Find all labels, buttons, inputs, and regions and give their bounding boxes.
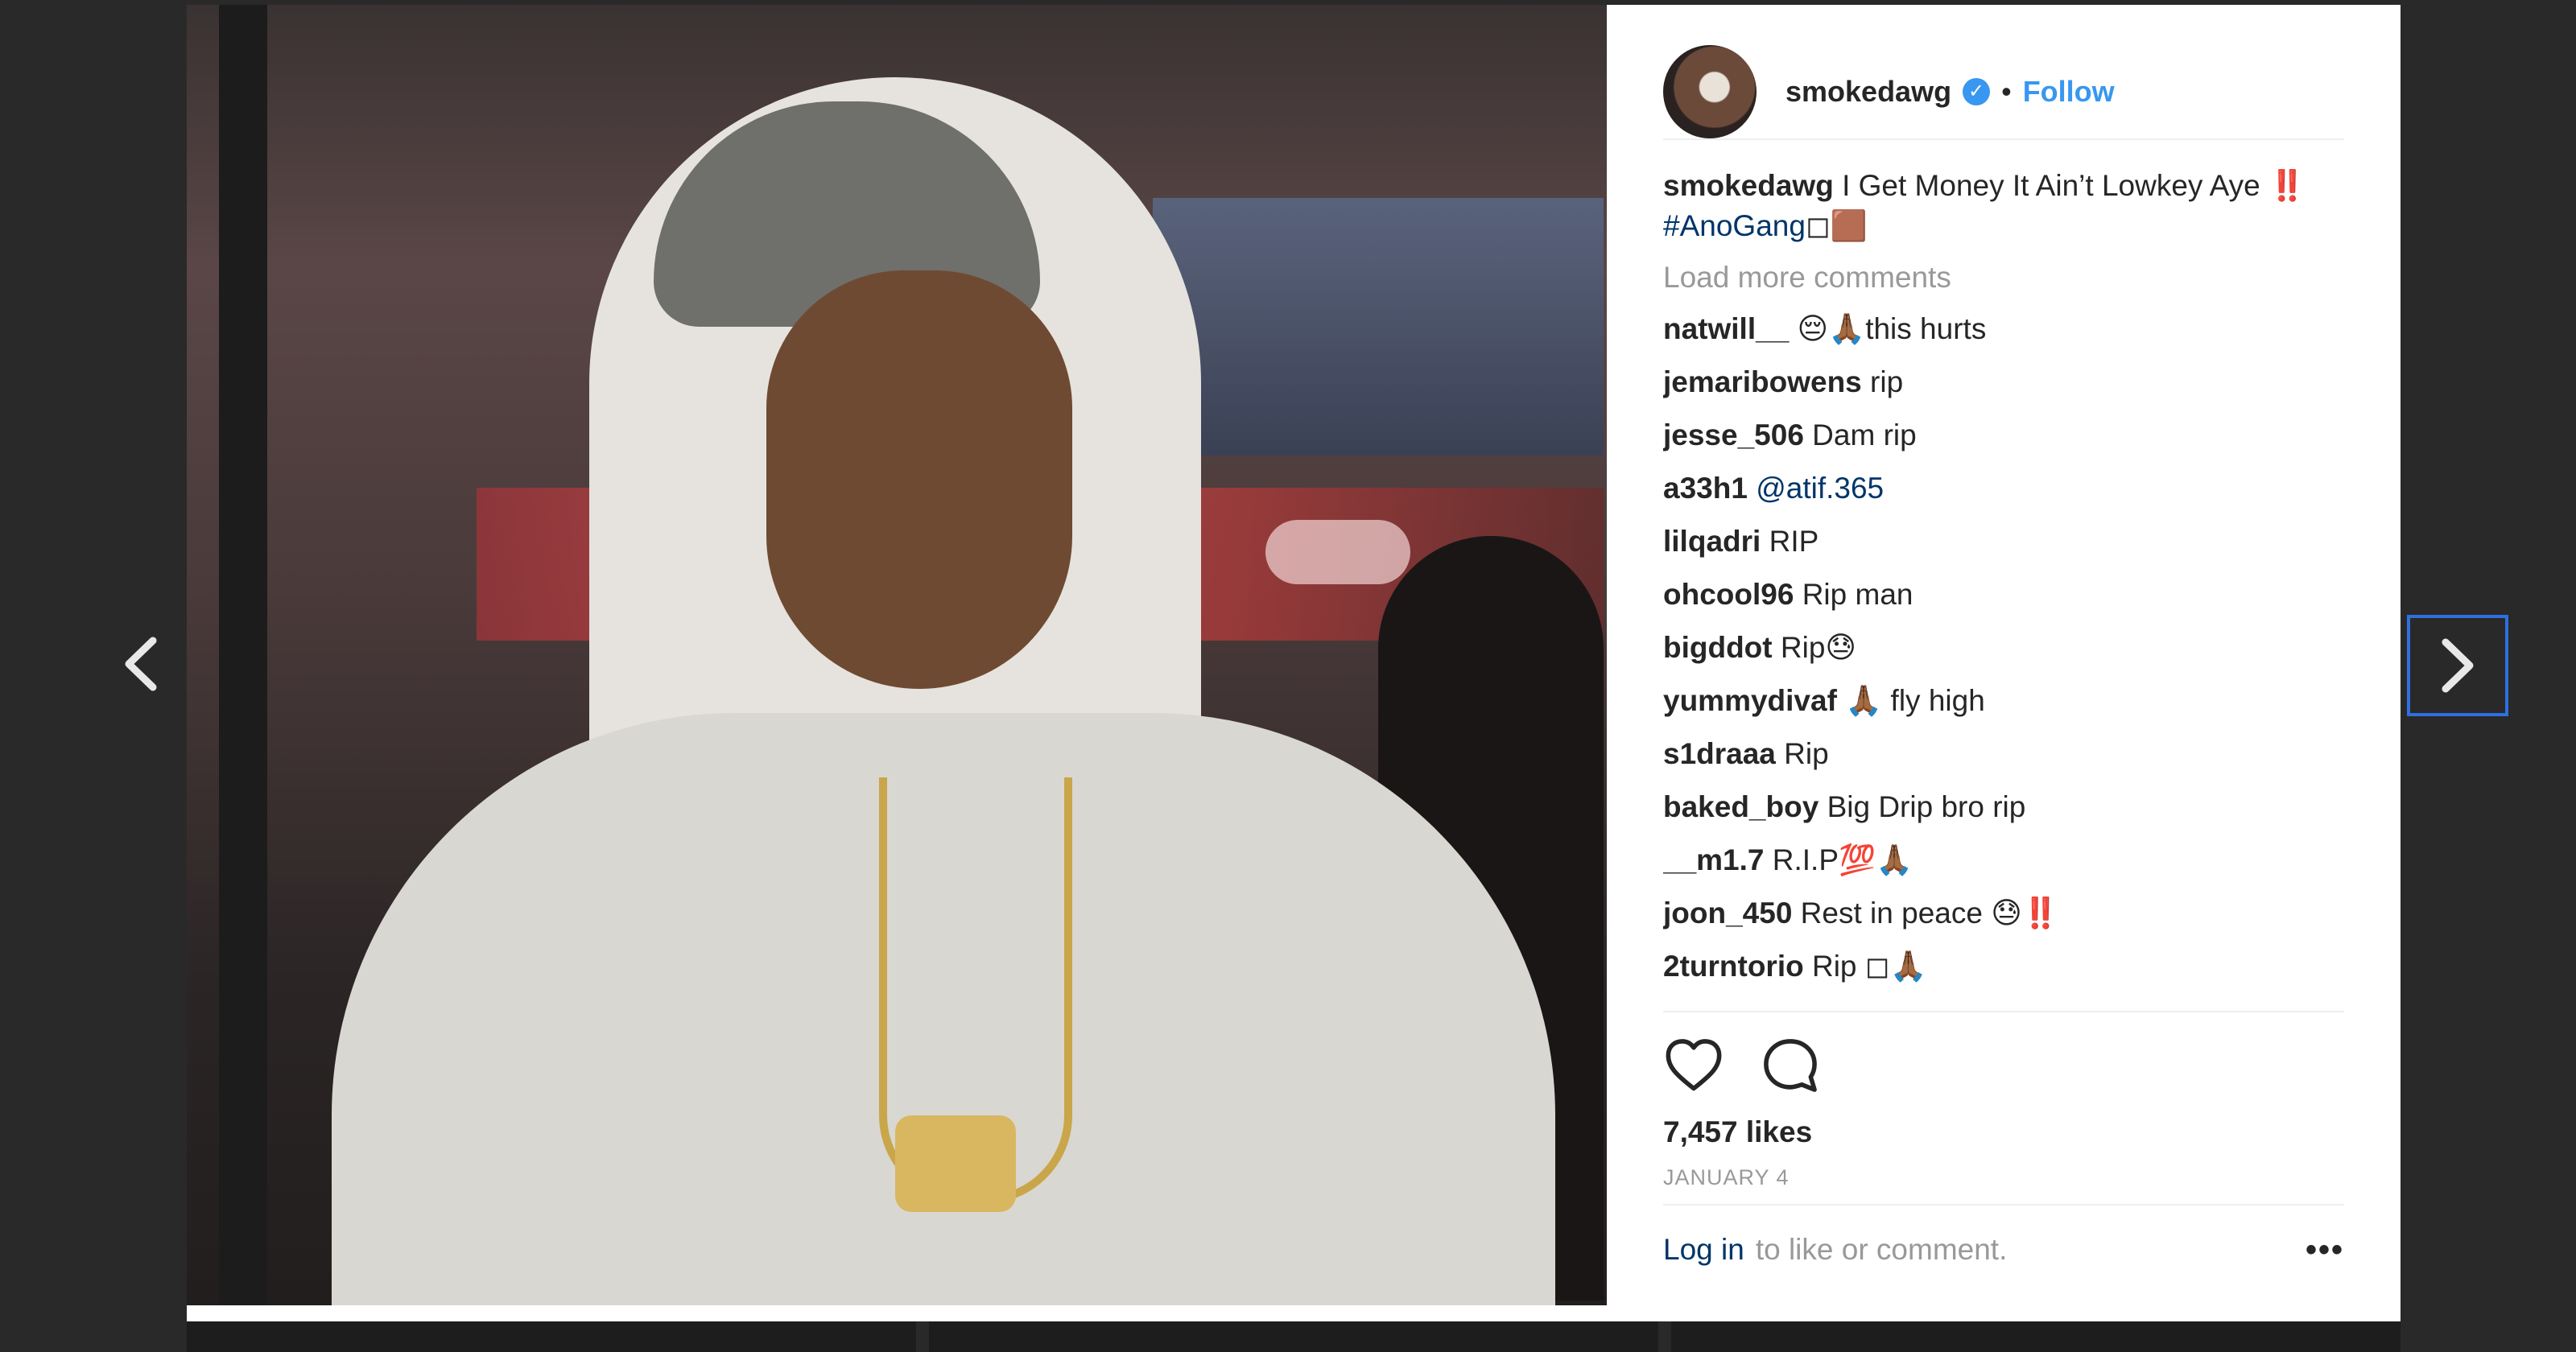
comment-text: R.I.P💯🙏🏾 xyxy=(1764,843,1913,876)
next-post-button[interactable] xyxy=(2407,615,2508,716)
comment-item: ohcool96 Rip man xyxy=(1663,575,2344,628)
comment-item: bigddot Rip😓 xyxy=(1663,628,2344,681)
caption-text: I Get Money It Ain’t Lowkey Aye ‼️ xyxy=(1833,169,2306,202)
comment-text: Rip😓 xyxy=(1772,631,1856,664)
comment-text: rip xyxy=(1861,365,1904,398)
post-side-panel: smokedawg ✓ • Follow smokedawg I Get Mon… xyxy=(1607,5,2401,1321)
load-more-comments-button[interactable]: Load more comments xyxy=(1663,258,2344,298)
comment-item: jemaribowens rip xyxy=(1663,362,2344,415)
comment-text: Rip man xyxy=(1794,578,1913,611)
avatar[interactable] xyxy=(1663,45,1757,138)
post-caption: smokedawg I Get Money It Ain’t Lowkey Ay… xyxy=(1663,166,2344,246)
comment-item: s1draaa Rip xyxy=(1663,734,2344,787)
comment-text: 🙏🏾 fly high xyxy=(1836,684,1985,717)
post-actions: 7,457 likes JANUARY 4 xyxy=(1663,1011,2344,1214)
caption-hashtag-link[interactable]: #AnoGang xyxy=(1663,209,1806,242)
comment-username[interactable]: bigddot xyxy=(1663,631,1773,664)
photo-pendant xyxy=(895,1115,1016,1212)
post-date[interactable]: JANUARY 4 xyxy=(1663,1165,2344,1190)
separator-dot: • xyxy=(2001,75,2012,108)
comment-item: a33h1 @atif.365 xyxy=(1663,468,2344,521)
background-thumbnail-strip xyxy=(187,1317,2401,1352)
comment-username[interactable]: baked_boy xyxy=(1663,790,1818,823)
previous-post-button[interactable] xyxy=(113,628,169,700)
comment-username[interactable]: ohcool96 xyxy=(1663,578,1794,611)
comment-username[interactable]: lilqadri xyxy=(1663,525,1761,558)
comment-username[interactable]: jesse_506 xyxy=(1663,418,1804,451)
post-photo[interactable] xyxy=(187,5,1607,1305)
comment-item: natwill__ 😔🙏🏾this hurts xyxy=(1663,309,2344,362)
login-link[interactable]: Log in xyxy=(1663,1233,1744,1267)
background-thumbnail xyxy=(187,1317,916,1352)
post-modal: smokedawg ✓ • Follow smokedawg I Get Mon… xyxy=(187,5,2401,1321)
caption-username[interactable]: smokedawg xyxy=(1663,169,1834,202)
username-link[interactable]: smokedawg xyxy=(1785,75,1951,109)
comment-item: __m1.7 R.I.P💯🙏🏾 xyxy=(1663,840,2344,893)
chevron-left-icon xyxy=(125,637,157,691)
caption-tail: ◻🟫 xyxy=(1805,209,1868,242)
comment-username[interactable]: jemaribowens xyxy=(1663,365,1862,398)
comment-text: Big Drip bro rip xyxy=(1818,790,2026,823)
heart-icon[interactable] xyxy=(1663,1035,1724,1096)
comment-item: 2turntorio Rip ◻🙏🏾 xyxy=(1663,946,2344,1000)
comment-item: lilqadri RIP xyxy=(1663,521,2344,575)
comment-mention-link[interactable]: @atif.365 xyxy=(1748,472,1884,505)
comment-item: yummydivaf 🙏🏾 fly high xyxy=(1663,681,2344,734)
comment-username[interactable]: 2turntorio xyxy=(1663,950,1804,983)
chevron-right-icon xyxy=(2442,638,2474,693)
login-prompt-text: to like or comment. xyxy=(1755,1233,2008,1266)
comment-icon[interactable] xyxy=(1760,1035,1821,1096)
comment-username[interactable]: natwill__ xyxy=(1663,312,1789,345)
background-thumbnail xyxy=(929,1317,1658,1352)
verified-badge-icon: ✓ xyxy=(1963,78,1991,105)
comment-username[interactable]: joon_450 xyxy=(1663,897,1792,930)
comment-username[interactable]: yummydivaf xyxy=(1663,684,1837,717)
likes-count[interactable]: 7,457 likes xyxy=(1663,1115,2344,1149)
photo-background-pole xyxy=(219,5,267,1305)
follow-button[interactable]: Follow xyxy=(2023,75,2115,109)
comment-text: 😔🙏🏾this hurts xyxy=(1789,312,1987,345)
comment-username[interactable]: a33h1 xyxy=(1663,472,1748,505)
post-header: smokedawg ✓ • Follow xyxy=(1663,45,2344,140)
comment-text: Rest in peace 😓‼️ xyxy=(1792,897,2059,930)
photo-background-light xyxy=(1265,520,1410,584)
photo-face xyxy=(766,270,1072,689)
comment-item: jesse_506 Dam rip xyxy=(1663,415,2344,468)
comment-item: joon_450 Rest in peace 😓‼️ xyxy=(1663,893,2344,946)
comment-text: Rip ◻🙏🏾 xyxy=(1803,950,1927,983)
comment-text: RIP xyxy=(1761,525,1819,558)
comments-list[interactable]: smokedawg I Get Money It Ain’t Lowkey Ay… xyxy=(1663,166,2344,1008)
comment-username[interactable]: s1draaa xyxy=(1663,737,1776,770)
post-footer: Log in to like or comment. ••• xyxy=(1663,1204,2344,1294)
background-thumbnail xyxy=(1671,1317,2401,1352)
photo-background-sign xyxy=(1153,198,1604,455)
comment-item: baked_boy Big Drip bro rip xyxy=(1663,787,2344,840)
comment-text: Rip xyxy=(1775,737,1829,770)
comment-username[interactable]: __m1.7 xyxy=(1663,843,1765,876)
more-options-button[interactable]: ••• xyxy=(2306,1232,2344,1268)
comment-text: Dam rip xyxy=(1803,418,1917,451)
action-icons xyxy=(1663,1035,2344,1096)
